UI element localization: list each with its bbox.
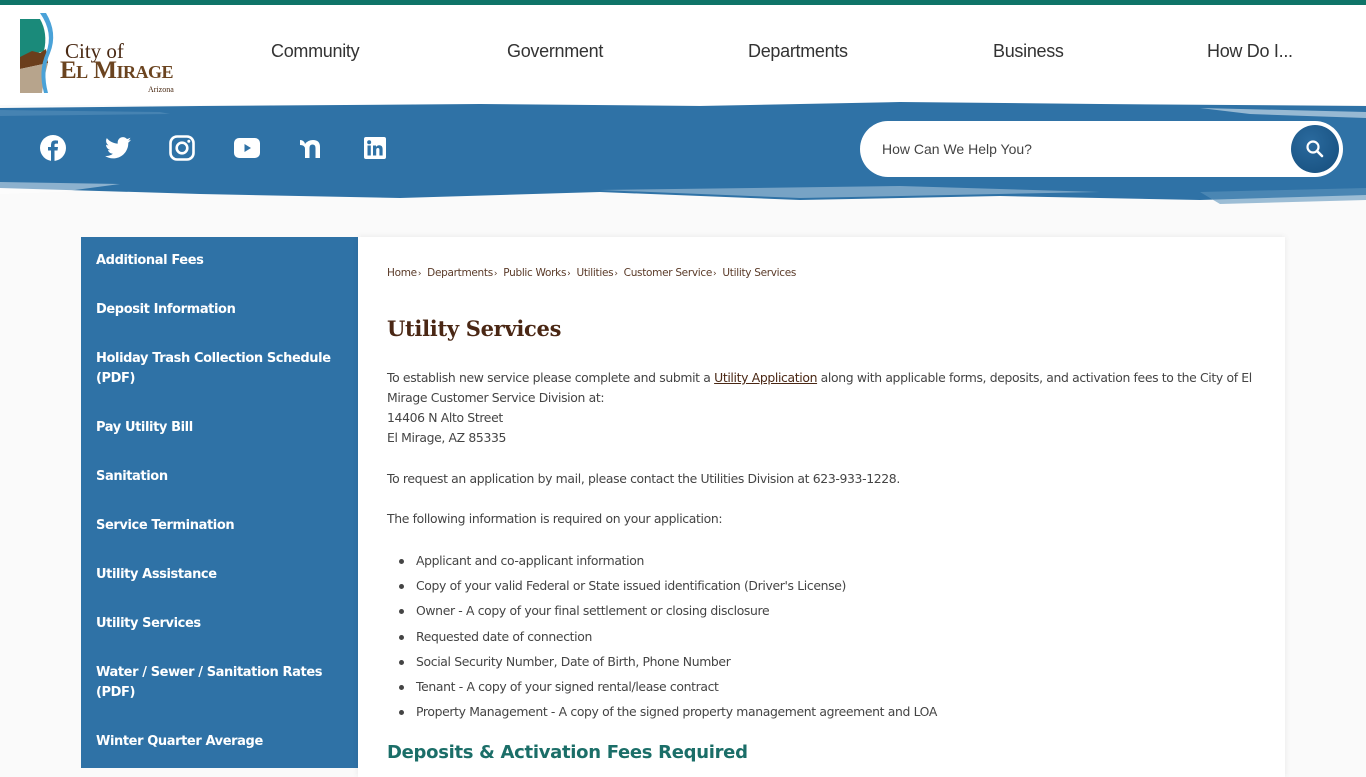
youtube-icon xyxy=(234,138,260,158)
sidebar-item-utility-services[interactable]: Utility Services xyxy=(96,614,346,634)
nav-departments[interactable]: Departments xyxy=(748,41,848,62)
breadcrumb-separator: › xyxy=(614,269,618,279)
list-item: Social Security Number, Date of Birth, P… xyxy=(387,649,937,674)
sidebar-item-holiday-trash-schedule[interactable]: Holiday Trash Collection Schedule (PDF) xyxy=(96,349,346,389)
city-logo[interactable]: City of El Mirage Arizona xyxy=(20,13,185,95)
deposits-heading: Deposits & Activation Fees Required xyxy=(387,742,748,763)
logo-line3: Arizona xyxy=(148,85,174,94)
sidebar-item-winter-quarter-average[interactable]: Winter Quarter Average xyxy=(96,732,346,752)
linkedin-icon xyxy=(364,137,386,159)
site-header: City of El Mirage Arizona Community Gove… xyxy=(0,5,1366,105)
breadcrumb-current: Utility Services xyxy=(722,267,797,279)
main-content: Home› Departments› Public Works› Utiliti… xyxy=(358,237,1285,777)
nextdoor-icon xyxy=(300,140,320,158)
mail-request-text: To request an application by mail, pleas… xyxy=(387,471,900,486)
address-line2: El Mirage, AZ 85335 xyxy=(387,430,507,445)
search-input[interactable] xyxy=(882,137,1262,161)
linkedin-link[interactable] xyxy=(360,133,390,163)
breadcrumb: Home› Departments› Public Works› Utiliti… xyxy=(387,267,796,279)
utility-application-link[interactable]: Utility Application xyxy=(714,370,817,385)
facebook-icon xyxy=(40,135,66,161)
address-line1: 14406 N Alto Street xyxy=(387,410,503,425)
breadcrumb-departments[interactable]: Departments xyxy=(427,267,493,279)
breadcrumb-customer-service[interactable]: Customer Service xyxy=(624,267,713,279)
nextdoor-link[interactable] xyxy=(296,133,326,163)
list-item: Tenant - A copy of your signed rental/le… xyxy=(387,674,937,699)
required-items-list: Applicant and co-applicant information C… xyxy=(387,548,937,724)
twitter-link[interactable] xyxy=(103,133,133,163)
nav-government[interactable]: Government xyxy=(507,41,603,62)
intro-paragraph: To establish new service please complete… xyxy=(387,368,1267,448)
breadcrumb-separator: › xyxy=(713,269,717,279)
twitter-icon xyxy=(105,137,131,159)
required-intro-text: The following information is required on… xyxy=(387,511,723,526)
list-item: Property Management - A copy of the sign… xyxy=(387,699,937,724)
search-button[interactable] xyxy=(1291,125,1339,173)
intro-text: To establish new service please complete… xyxy=(387,370,715,385)
list-item: Applicant and co-applicant information xyxy=(387,548,937,573)
sidebar-item-pay-utility-bill[interactable]: Pay Utility Bill xyxy=(96,418,346,438)
sidebar-item-deposit-information[interactable]: Deposit Information xyxy=(96,300,346,320)
nav-how-do-i[interactable]: How Do I... xyxy=(1207,41,1293,62)
sidebar-nav: Additional Fees Deposit Information Holi… xyxy=(81,237,358,768)
sidebar-item-service-termination[interactable]: Service Termination xyxy=(96,516,346,536)
breadcrumb-utilities[interactable]: Utilities xyxy=(576,267,613,279)
search-icon xyxy=(1306,140,1324,158)
breadcrumb-public-works[interactable]: Public Works xyxy=(503,267,566,279)
breadcrumb-home[interactable]: Home xyxy=(387,267,417,279)
breadcrumb-separator: › xyxy=(493,269,498,279)
breadcrumb-separator: › xyxy=(567,269,571,279)
logo-line2: El Mirage xyxy=(60,57,174,84)
instagram-link[interactable] xyxy=(167,133,197,163)
search-bar xyxy=(860,121,1343,177)
sidebar-item-utility-assistance[interactable]: Utility Assistance xyxy=(96,565,346,585)
page-title: Utility Services xyxy=(387,316,562,341)
facebook-link[interactable] xyxy=(38,133,68,163)
list-item: Requested date of connection xyxy=(387,624,937,649)
sidebar-item-water-sewer-rates[interactable]: Water / Sewer / Sanitation Rates (PDF) xyxy=(96,663,346,703)
sidebar-item-additional-fees[interactable]: Additional Fees xyxy=(96,251,346,271)
nav-community[interactable]: Community xyxy=(271,41,360,62)
breadcrumb-separator: › xyxy=(417,269,422,279)
list-item: Owner - A copy of your final settlement … xyxy=(387,598,937,623)
list-item: Copy of your valid Federal or State issu… xyxy=(387,573,937,598)
sidebar-item-sanitation[interactable]: Sanitation xyxy=(96,467,346,487)
youtube-link[interactable] xyxy=(232,133,262,163)
nav-business[interactable]: Business xyxy=(993,41,1064,62)
instagram-icon xyxy=(169,135,195,161)
